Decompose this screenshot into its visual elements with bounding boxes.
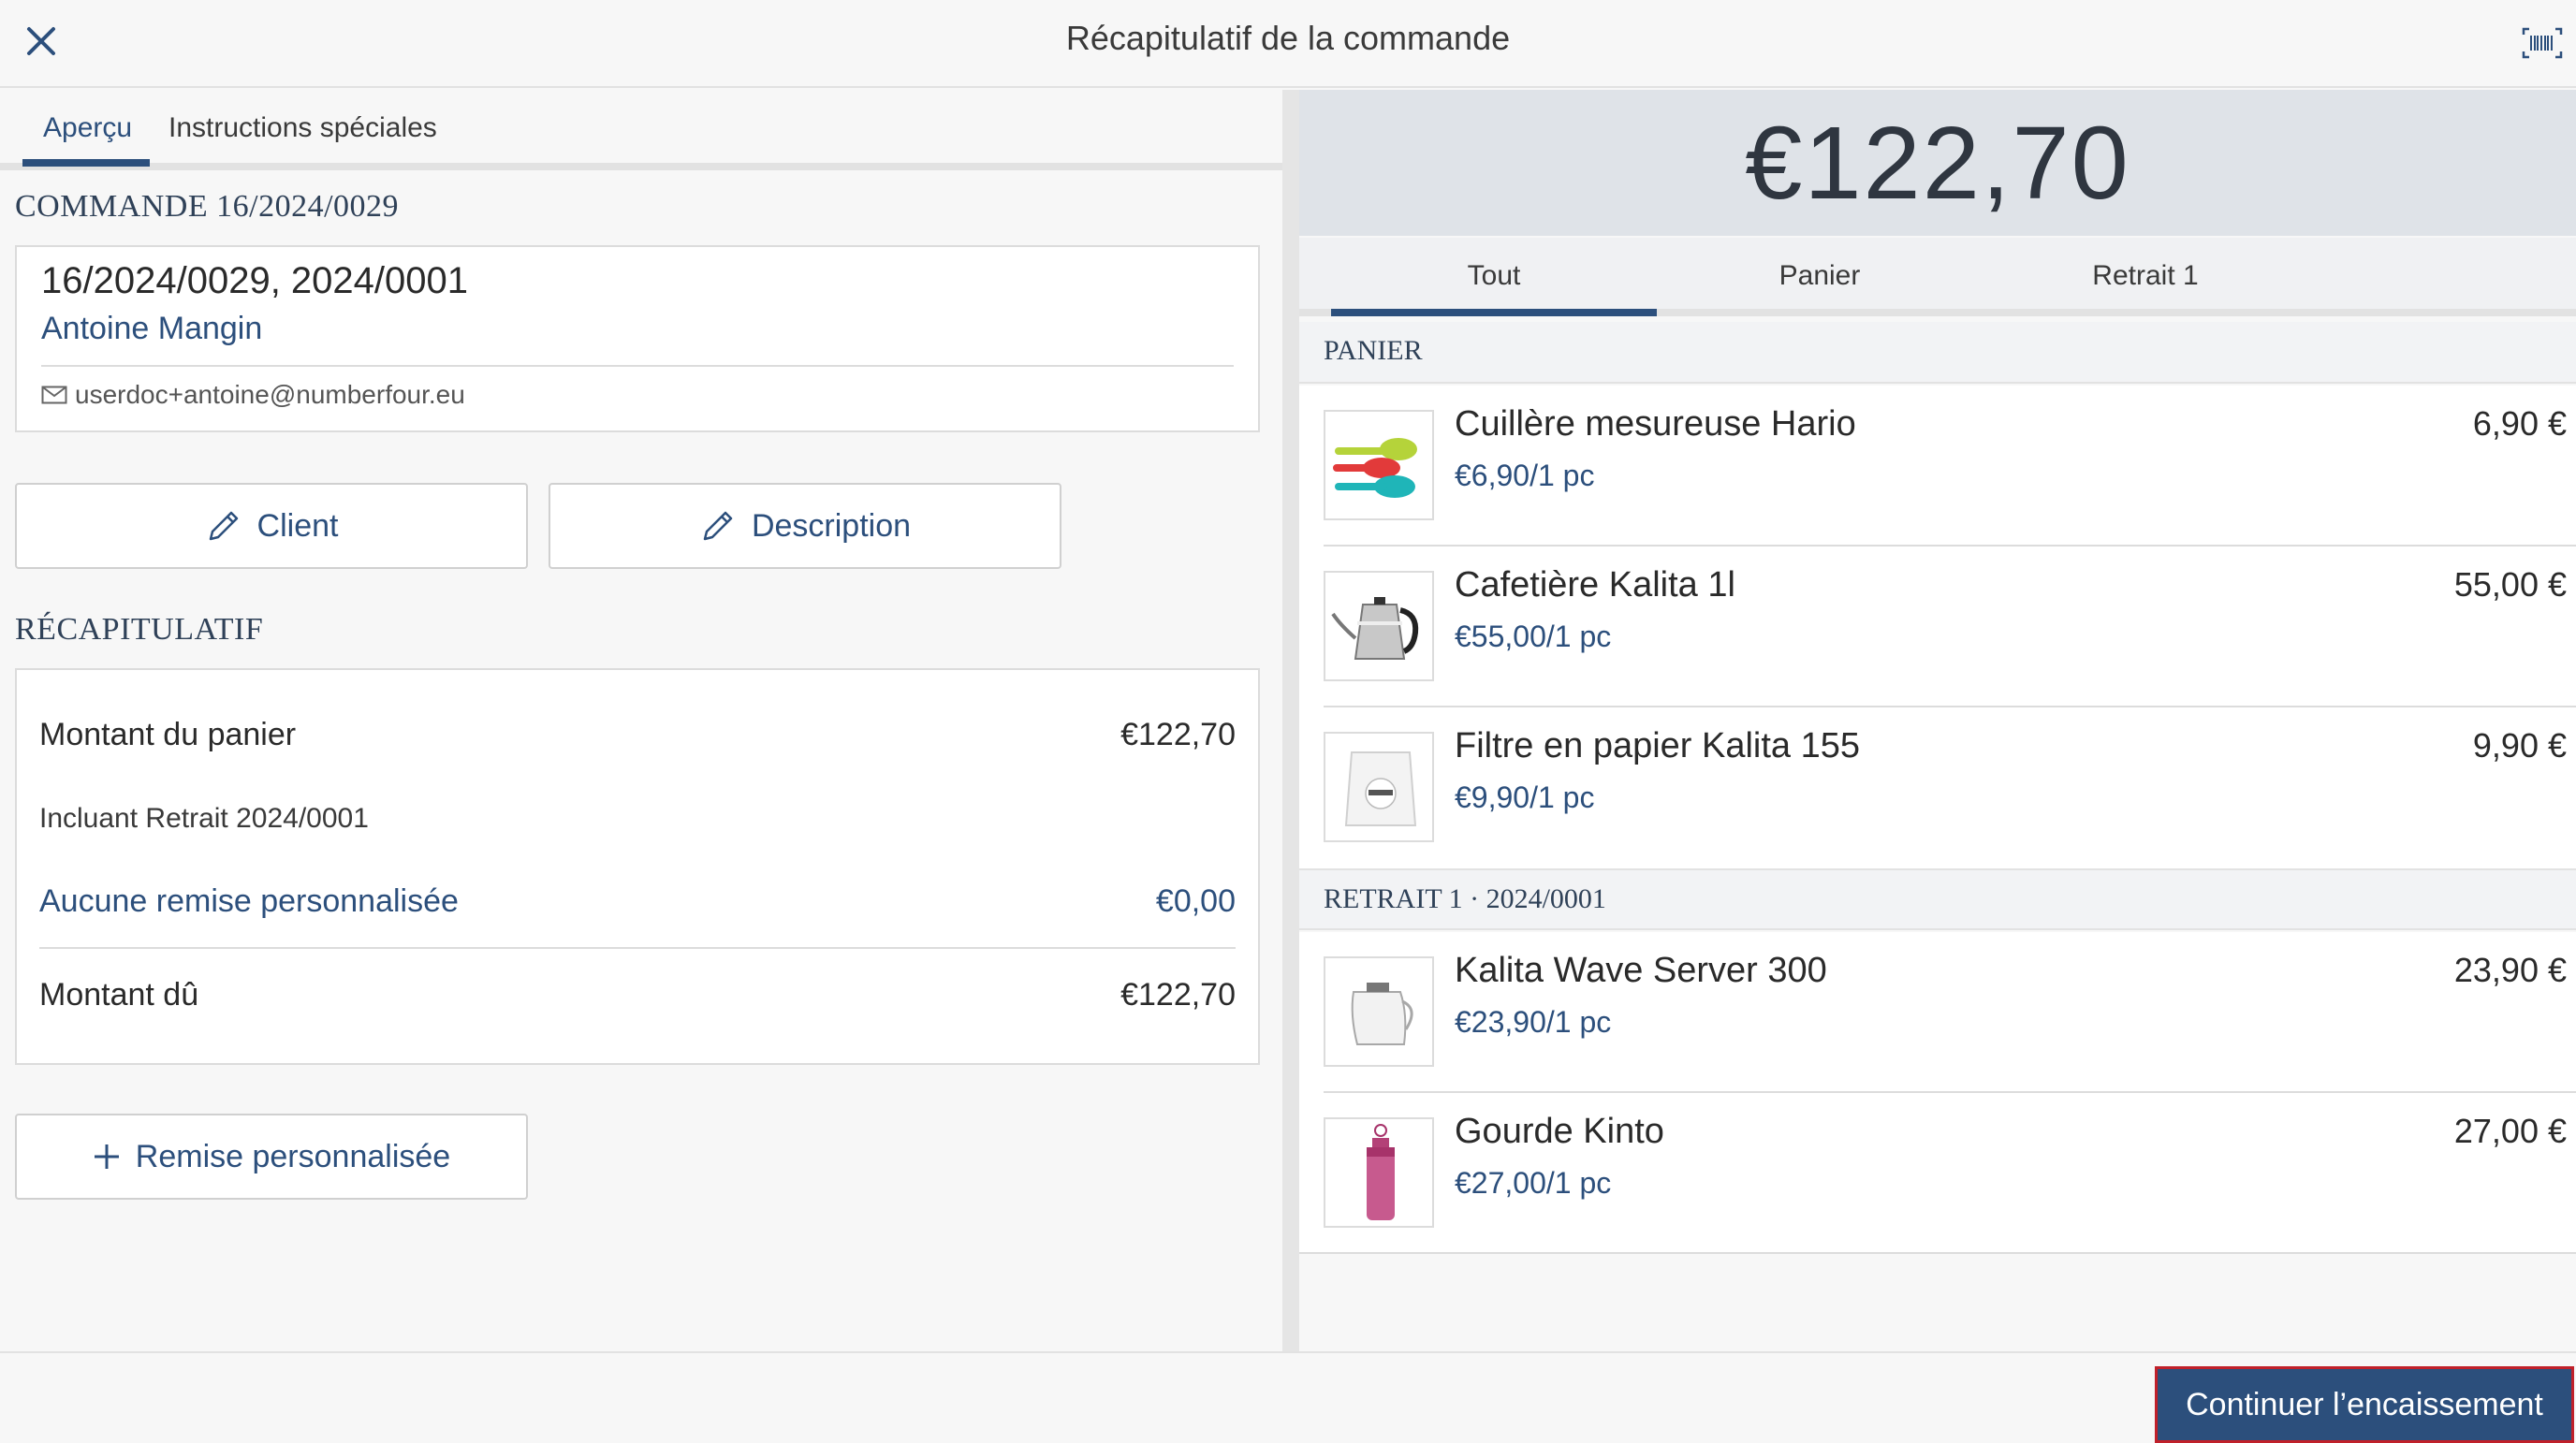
product-name: Kalita Wave Server 300 — [1455, 951, 1827, 990]
continue-checkout-button[interactable]: Continuer l’encaissement — [2155, 1366, 2574, 1443]
tab-apercu[interactable]: Aperçu — [43, 112, 132, 144]
product-total-price: 6,90 € — [2472, 404, 2567, 443]
row-divider — [1299, 1252, 2576, 1254]
product-unit-price: €23,90/1 pc — [1455, 1005, 1612, 1039]
group-heading-cart: PANIER — [1299, 322, 2576, 384]
edit-description-label: Description — [751, 507, 912, 544]
client-name[interactable]: Antoine Mangin — [41, 311, 262, 347]
order-total: €122,70 — [1745, 105, 2130, 221]
cart-item[interactable]: Gourde Kinto €27,00/1 pc 27,00 € — [1299, 1093, 2576, 1254]
including-text: Incluant Retrait 2024/0001 — [39, 803, 369, 834]
edit-client-button[interactable]: Client — [15, 483, 528, 569]
barcode-scan-button[interactable] — [2516, 19, 2569, 67]
summary-heading: RÉCAPITULATIF — [15, 612, 264, 647]
cart-panel: €122,70 Tout Panier Retrait 1 PANIER Cui… — [1299, 90, 2576, 1351]
edit-client-label: Client — [256, 507, 339, 544]
product-total-price: 55,00 € — [2453, 565, 2567, 604]
cart-tabs: Tout Panier Retrait 1 — [1299, 238, 2576, 316]
cart-item[interactable]: Cafetière Kalita 1l €55,00/1 pc 55,00 € — [1299, 547, 2576, 707]
product-unit-price: €27,00/1 pc — [1455, 1166, 1612, 1200]
cart-amount-value: €122,70 — [1120, 717, 1236, 752]
product-unit-price: €6,90/1 pc — [1455, 459, 1595, 492]
cart-amount-label: Montant du panier — [39, 717, 297, 752]
product-total-price: 23,90 € — [2453, 951, 2567, 989]
cart-amount-row: Montant du panier €122,70 — [39, 717, 1236, 753]
discount-label[interactable]: Aucune remise personnalisée — [39, 883, 459, 920]
amount-due-label: Montant dû — [39, 977, 199, 1013]
product-name: Cafetière Kalita 1l — [1455, 565, 1735, 605]
order-ids: 16/2024/0029, 2024/0001 — [41, 260, 468, 301]
top-bar: Récapitulatif de la commande — [0, 0, 2576, 88]
bottom-bar: Continuer l’encaissement — [0, 1351, 2576, 1443]
amount-due-value: €122,70 — [1120, 977, 1236, 1013]
active-tab-indicator — [22, 159, 150, 167]
product-unit-price: €9,90/1 pc — [1455, 780, 1595, 814]
product-thumbnail-bottle — [1324, 1117, 1434, 1228]
product-unit-price: €55,00/1 pc — [1455, 619, 1612, 653]
custom-discount-button[interactable]: Remise personnalisée — [15, 1114, 528, 1200]
divider — [39, 947, 1236, 949]
order-overview-panel: Aperçu Instructions spéciales COMMANDE 1… — [0, 90, 1282, 1351]
discount-value: €0,00 — [1155, 883, 1236, 919]
summary-card: Montant du panier €122,70 Incluant Retra… — [15, 668, 1260, 1065]
tab-special-instructions[interactable]: Instructions spéciales — [168, 112, 437, 144]
custom-discount-label: Remise personnalisée — [135, 1138, 451, 1174]
cart-item[interactable]: Kalita Wave Server 300 €23,90/1 pc 23,90… — [1299, 932, 2576, 1093]
tab-pickup-1[interactable]: Retrait 1 — [1983, 260, 2308, 292]
product-name: Gourde Kinto — [1455, 1112, 1664, 1151]
product-thumbnail-kettle — [1324, 571, 1434, 681]
pencil-icon — [703, 511, 733, 541]
product-thumbnail-paper-filter — [1324, 732, 1434, 842]
client-email: userdoc+antoine@numberfour.eu — [75, 380, 465, 409]
panel-separator — [1282, 90, 1299, 1351]
order-heading: COMMANDE 16/2024/0029 — [15, 189, 400, 224]
product-total-price: 27,00 € — [2453, 1112, 2567, 1150]
product-name: Cuillère mesureuse Hario — [1455, 404, 1856, 444]
left-tabs: Aperçu Instructions spéciales — [0, 90, 1282, 170]
page-title: Récapitulatif de la commande — [1065, 19, 1511, 57]
product-name: Filtre en papier Kalita 155 — [1455, 726, 1861, 765]
barcode-icon — [2522, 27, 2563, 59]
divider — [41, 365, 1234, 367]
active-tab-indicator — [1331, 309, 1657, 316]
cart-item[interactable]: Filtre en papier Kalita 155 €9,90/1 pc 9… — [1299, 707, 2576, 868]
product-thumbnail-measuring-spoons — [1324, 410, 1434, 520]
tab-all[interactable]: Tout — [1331, 260, 1657, 292]
amount-due-row: Montant dû €122,70 — [39, 977, 1236, 1013]
pencil-icon — [209, 511, 238, 541]
discount-row[interactable]: Aucune remise personnalisée €0,00 — [39, 883, 1236, 920]
tab-cart[interactable]: Panier — [1657, 260, 1983, 292]
plus-icon — [94, 1144, 119, 1169]
product-thumbnail-glass-server — [1324, 956, 1434, 1067]
cart-item[interactable]: Cuillère mesureuse Hario €6,90/1 pc 6,90… — [1299, 386, 2576, 547]
edit-description-button[interactable]: Description — [549, 483, 1061, 569]
email-row: userdoc+antoine@numberfour.eu — [41, 380, 465, 410]
product-total-price: 9,90 € — [2472, 726, 2567, 765]
group-heading-pickup: RETRAIT 1 · 2024/0001 — [1299, 868, 2576, 930]
order-info-card: 16/2024/0029, 2024/0001 Antoine Mangin u… — [15, 245, 1260, 432]
total-box: €122,70 — [1299, 90, 2576, 236]
mail-icon — [41, 386, 67, 404]
